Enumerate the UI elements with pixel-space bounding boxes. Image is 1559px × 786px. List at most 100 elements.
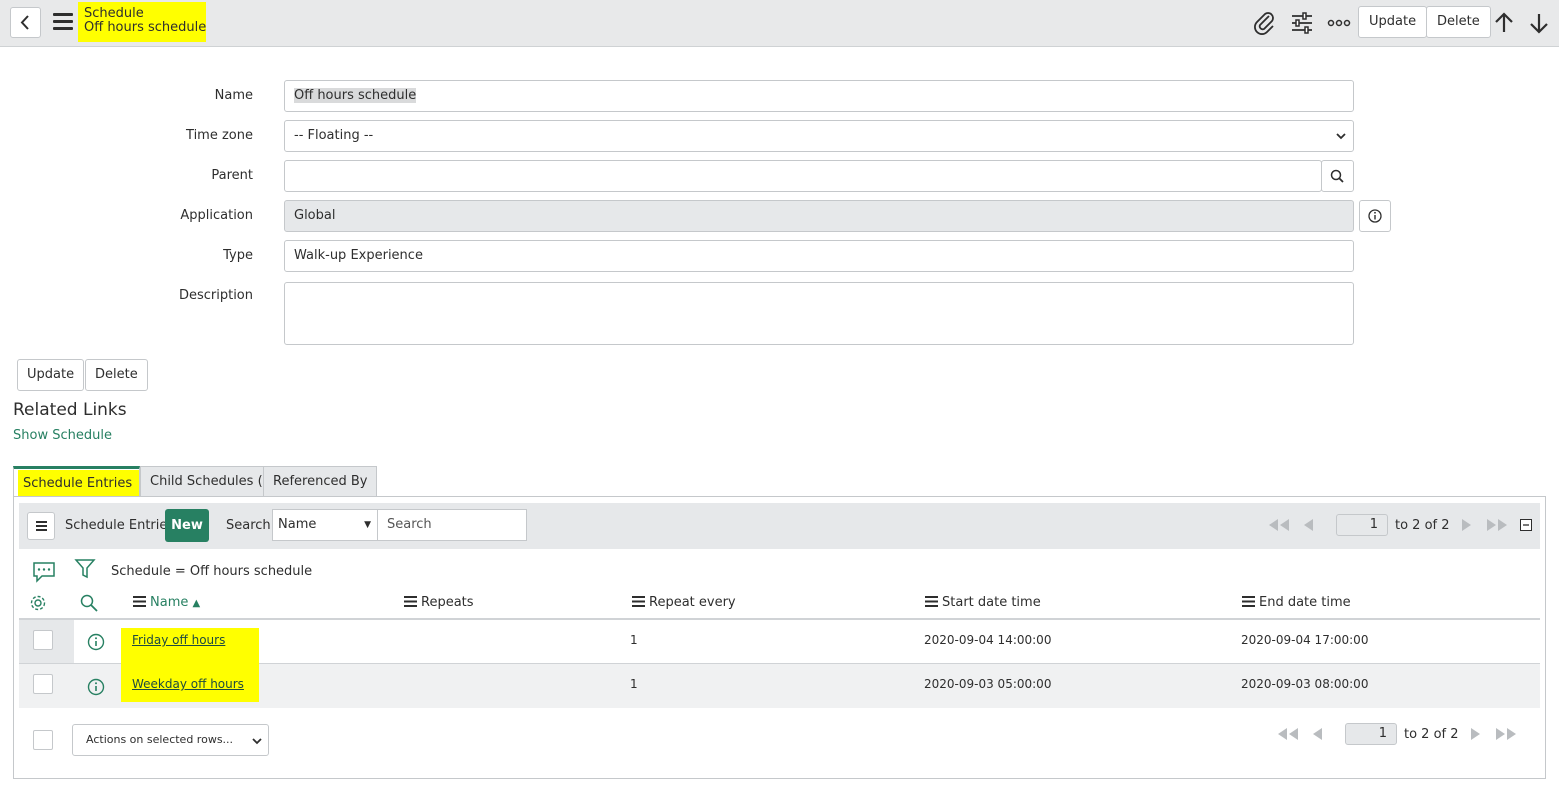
column-menu-icon[interactable] [1242, 596, 1255, 607]
previous-page-icon[interactable] [1311, 727, 1325, 741]
table-row: Weekday off hours 1 2020-09-03 05:00:00 … [19, 664, 1540, 708]
name-label: Name [214, 88, 253, 103]
timezone-select[interactable]: -- Floating -- [284, 120, 1354, 152]
chevron-down-icon [252, 738, 262, 745]
row-checkbox[interactable] [33, 630, 53, 650]
show-schedule-link[interactable]: Show Schedule [13, 428, 112, 443]
row-start: 2020-09-03 05:00:00 [924, 677, 1052, 691]
info-icon [1368, 209, 1382, 223]
column-header-repeats[interactable]: Repeats [404, 595, 474, 610]
column-header-repeat-every[interactable]: Repeat every [632, 595, 736, 610]
search-field-select[interactable]: Name ▼ [272, 509, 378, 541]
column-menu-icon[interactable] [925, 596, 938, 607]
last-page-icon[interactable] [1493, 727, 1519, 741]
description-field[interactable] [284, 282, 1354, 345]
previous-page-icon[interactable] [1302, 518, 1316, 532]
row-checkbox[interactable] [33, 674, 53, 694]
info-icon[interactable] [87, 678, 105, 696]
first-page-icon[interactable] [1266, 518, 1292, 532]
column-menu-icon[interactable] [133, 596, 146, 607]
column-header-start[interactable]: Start date time [925, 595, 1041, 610]
collapse-icon[interactable] [1520, 519, 1532, 531]
name-field[interactable]: Off hours schedule [284, 80, 1354, 112]
description-label: Description [178, 288, 253, 303]
arrow-down-icon[interactable] [1526, 10, 1552, 36]
page-number-input[interactable]: 1 [1345, 723, 1397, 745]
more-options-icon[interactable] [1326, 10, 1352, 36]
list-title: Schedule Entries [65, 518, 175, 533]
back-button[interactable] [10, 7, 41, 38]
chevron-left-icon [20, 15, 29, 30]
actions-select-value: Actions on selected rows... [86, 733, 234, 746]
update-button[interactable]: Update [17, 359, 85, 391]
page-title: Schedule Off hours schedule [78, 2, 206, 42]
row-name-link[interactable]: Friday off hours [132, 633, 225, 647]
tab-schedule-entries-label: Schedule Entries (2) [18, 470, 139, 518]
parent-field[interactable] [284, 160, 1322, 192]
parent-label: Parent [211, 168, 253, 183]
paperclip-icon[interactable] [1252, 10, 1278, 36]
column-menu-icon[interactable] [404, 596, 417, 607]
title-table-name: Schedule [84, 6, 144, 21]
next-page-icon[interactable] [1468, 727, 1482, 741]
context-menu-icon[interactable] [53, 13, 73, 31]
arrow-up-icon[interactable] [1491, 10, 1517, 36]
column-menu-icon[interactable] [632, 596, 645, 607]
update-button-header[interactable]: Update [1358, 6, 1428, 38]
column-end-label[interactable]: End date time [1259, 595, 1351, 610]
parent-lookup-button[interactable] [1321, 160, 1354, 192]
search-input[interactable]: Search [377, 509, 527, 541]
row-end: 2020-09-03 08:00:00 [1241, 677, 1369, 691]
column-repeat-every-label[interactable]: Repeat every [649, 595, 736, 610]
settings-sliders-icon[interactable] [1289, 10, 1315, 36]
new-button[interactable]: New [165, 509, 209, 542]
search-icon [1330, 169, 1344, 183]
timezone-value: -- Floating -- [294, 128, 374, 143]
select-all-checkbox[interactable] [33, 730, 53, 750]
form-header: Schedule Off hours schedule Update Delet… [0, 0, 1559, 47]
related-links-title: Related Links [13, 400, 127, 420]
next-page-icon[interactable] [1459, 518, 1473, 532]
table-row: Friday off hours 1 2020-09-04 14:00:00 2… [19, 620, 1540, 666]
filter-breadcrumb[interactable]: Schedule = Off hours schedule [111, 564, 312, 579]
delete-button-header[interactable]: Delete [1426, 6, 1491, 38]
application-info-button[interactable] [1359, 200, 1391, 232]
application-field: Global [284, 200, 1354, 232]
row-repeat-every: 1 [630, 677, 638, 691]
row-end: 2020-09-04 17:00:00 [1241, 633, 1369, 647]
type-label: Type [223, 248, 253, 263]
activity-stream-icon[interactable] [32, 561, 56, 583]
last-page-icon[interactable] [1484, 518, 1510, 532]
list-menu-button[interactable] [27, 512, 55, 540]
caret-down-icon: ▼ [364, 520, 371, 530]
tab-schedule-entries[interactable]: Schedule Entries (2) [13, 466, 140, 518]
delete-button[interactable]: Delete [85, 359, 148, 391]
search-field-value: Name [278, 517, 317, 532]
pager-count-text: to 2 of 2 [1395, 518, 1450, 533]
row-name-link[interactable]: Weekday off hours [132, 677, 244, 691]
page-number-input[interactable]: 1 [1336, 514, 1388, 536]
column-start-label[interactable]: Start date time [942, 595, 1041, 610]
search-icon[interactable] [79, 593, 99, 613]
name-field-value: Off hours schedule [294, 88, 417, 103]
timezone-label: Time zone [186, 128, 253, 143]
pager-count-text: to 2 of 2 [1404, 727, 1459, 742]
row-repeat-every: 1 [630, 633, 638, 647]
application-label: Application [180, 208, 253, 223]
actions-select[interactable]: Actions on selected rows... [72, 724, 269, 756]
title-record-name: Off hours schedule [84, 20, 207, 35]
chevron-down-icon [1336, 133, 1346, 140]
gear-icon[interactable] [28, 593, 48, 613]
column-name-label[interactable]: Name [150, 595, 188, 610]
column-header-name[interactable]: Name ▲ [133, 595, 200, 610]
filter-icon[interactable] [74, 558, 96, 580]
sort-ascending-icon: ▲ [192, 598, 201, 609]
column-header-end[interactable]: End date time [1242, 595, 1351, 610]
type-field[interactable]: Walk-up Experience [284, 240, 1354, 272]
search-label: Search [226, 518, 271, 533]
row-start: 2020-09-04 14:00:00 [924, 633, 1052, 647]
first-page-icon[interactable] [1275, 727, 1301, 741]
info-icon[interactable] [87, 633, 105, 651]
tab-referenced-by[interactable]: Referenced By [263, 466, 378, 497]
column-repeats-label[interactable]: Repeats [421, 595, 474, 610]
